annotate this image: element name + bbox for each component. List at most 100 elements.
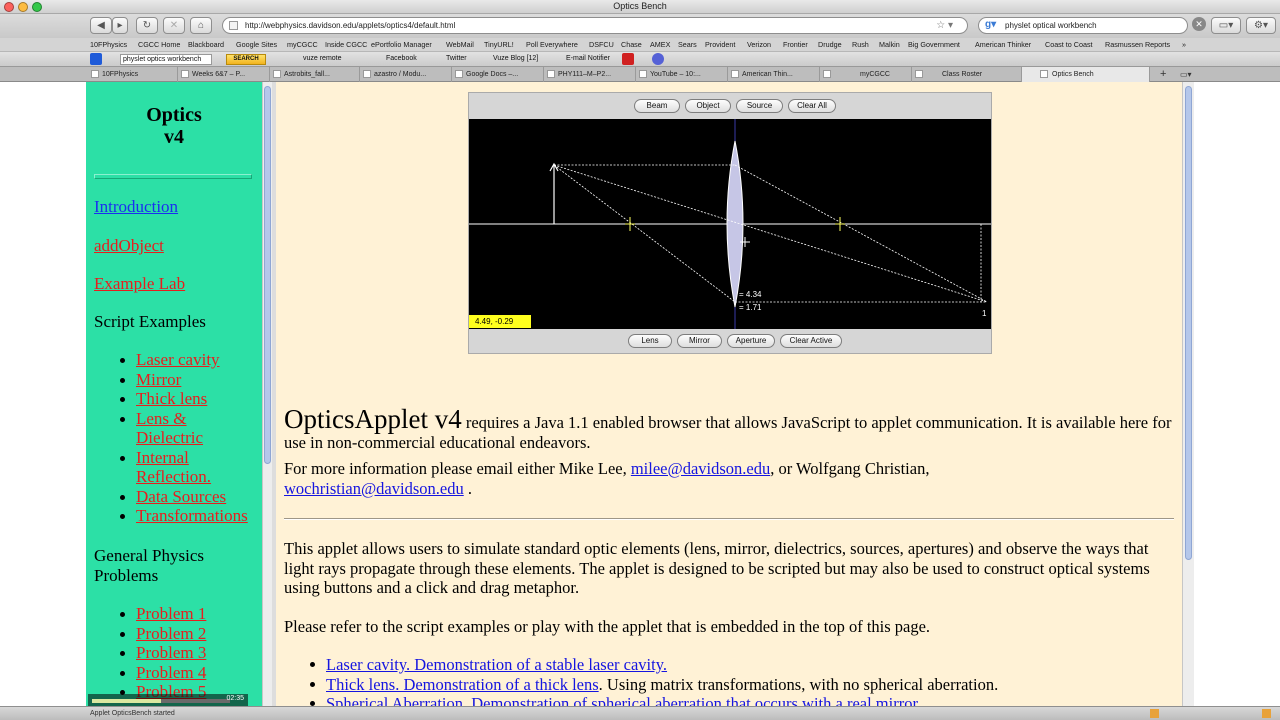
optics-canvas[interactable]: = 4.34 = 1.71 1 [469,119,991,329]
settings-menu-button[interactable]: ⚙▾ [1246,17,1276,34]
reload-button[interactable]: ↻ [136,17,158,34]
stop-button[interactable]: ✕ [163,17,185,34]
problem-link[interactable]: Problem 1 [136,604,206,623]
tab-label: Optics Bench [1052,71,1094,78]
bookmark-item[interactable]: Malkin [879,40,900,49]
mirror-button[interactable]: Mirror [677,334,722,348]
tab[interactable]: myCGCC [820,67,912,82]
email-link-milee[interactable]: milee@davidson.edu [631,459,770,478]
bookmark-item[interactable]: Sears [678,40,697,49]
clear-all-button[interactable]: Clear All [788,99,836,113]
beam-button[interactable]: Beam [634,99,680,113]
tab-active[interactable]: Optics Bench [1022,67,1150,82]
bookmark-item[interactable]: Rush [852,40,869,49]
script-example-link[interactable]: Lens & [136,409,187,428]
toolbar-item[interactable]: vuze remote [303,55,342,62]
forward-button[interactable]: ▸ [112,17,128,34]
bookmark-item[interactable]: Chase [621,40,642,49]
bookmark-item[interactable]: TinyURL! [484,40,514,49]
bookmark-item[interactable]: Frontier [783,40,808,49]
more-bookmarks-icon[interactable]: » [1182,40,1186,49]
sidebar-scrollbar[interactable] [262,82,272,706]
bookmark-item[interactable]: ePortfolio Manager [371,40,432,49]
back-button[interactable]: ◀ [90,17,112,34]
tab[interactable]: Weeks 6&7 – P... [178,67,270,82]
toolbar-item[interactable]: Vuze Blog [12] [493,55,538,62]
problem-link[interactable]: Problem 4 [136,663,206,682]
address-bar[interactable]: http://webphysics.davidson.edu/applets/o… [222,17,968,34]
bookmark-item[interactable]: Blackboard [188,40,224,49]
clear-search-icon[interactable]: ✕ [1192,17,1206,31]
script-example-link[interactable]: Internal [136,448,189,467]
toolbar-item[interactable]: Facebook [386,55,417,62]
example-link[interactable]: Laser cavity. Demonstration of a stable … [326,655,667,674]
problem-link[interactable]: Problem 3 [136,643,206,662]
addon-red-icon[interactable] [622,53,634,65]
example-link[interactable]: Thick lens. Demonstration of a thick len… [326,675,599,694]
source-button[interactable]: Source [736,99,783,113]
bookmark-item[interactable]: Poll Everywhere [526,40,578,49]
bookmark-item[interactable]: WebMail [446,40,474,49]
script-example-link[interactable]: Dielectric [136,428,203,447]
tab[interactable]: Astrobits_fall... [270,67,360,82]
bookmark-item[interactable]: Google Sites [236,40,277,49]
tab[interactable]: YouTube – 10:... [636,67,728,82]
problem-link[interactable]: Problem 2 [136,624,206,643]
toolbar-search-input[interactable]: physlet optics workbench [120,54,212,65]
tab[interactable]: PHY111–M–P2... [544,67,636,82]
script-example-link[interactable]: Thick lens [136,389,207,408]
script-example-link[interactable]: Mirror [136,370,181,389]
sidebar-link-introduction[interactable]: Introduction [94,197,178,217]
clear-active-button[interactable]: Clear Active [780,334,842,348]
tab[interactable]: Google Docs –... [452,67,544,82]
script-example-link[interactable]: Laser cavity [136,350,220,369]
search-box[interactable]: g▾ physlet optical workbench [978,17,1188,34]
addon-blue-icon[interactable] [652,53,664,65]
sidebar-link-example-lab[interactable]: Example Lab [94,274,185,294]
object-button[interactable]: Object [685,99,731,113]
addon-status-icon[interactable] [1262,709,1271,718]
bookmark-item[interactable]: Provident [705,40,735,49]
sidebar-link-addobject[interactable]: addObject [94,236,164,256]
tab[interactable]: 10FPhysics [88,67,178,82]
example-link[interactable]: Spherical Aberration. Demonstration of s… [326,694,917,706]
bookmark-item[interactable]: AMEX [650,40,670,49]
aperture-button[interactable]: Aperture [727,334,775,348]
addon-logo-icon[interactable] [90,53,102,65]
bookmark-item[interactable]: 10FPhysics [90,40,127,49]
home-button[interactable]: ⌂ [190,17,212,34]
addon-status-icon[interactable] [1150,709,1159,718]
bookmark-item[interactable]: Big Government [908,40,960,49]
toolbar-search-button[interactable]: SEARCH [226,54,266,65]
tab[interactable]: azastro / Modu... [360,67,452,82]
email-link-wochristian[interactable]: wochristian@davidson.edu [284,479,464,498]
script-example-link[interactable]: Transformations [136,506,248,525]
bookmark-item[interactable]: Coast to Coast [1045,40,1093,49]
bookmark-item[interactable]: Drudge [818,40,842,49]
favicon-icon [639,70,647,78]
bookmark-item[interactable]: Rasmussen Reports [1105,40,1170,49]
bookmark-item[interactable]: Verizon [747,40,771,49]
bookmark-item[interactable]: DSFCU [589,40,614,49]
scrollbar-thumb[interactable] [264,86,271,464]
toolbar-item[interactable]: Twitter [446,55,467,62]
video-progress-bar[interactable] [92,699,230,703]
scrollbar-thumb[interactable] [1185,86,1192,560]
script-example-link[interactable]: Data Sources [136,487,226,506]
tab[interactable]: Class Roster [912,67,1022,82]
new-tab-icon[interactable]: + [1160,68,1166,80]
bookmark-item[interactable]: CGCC Home [138,40,180,49]
page-menu-button[interactable]: ▭▾ [1211,17,1241,34]
lens-button[interactable]: Lens [628,334,672,348]
script-example-link[interactable]: Reflection. [136,467,211,486]
bookmark-star-icon[interactable]: ☆ ▾ [936,18,953,33]
toolbar-item[interactable]: E-mail Notifier [566,55,610,62]
lens-shape[interactable] [726,140,744,308]
bookmark-item[interactable]: myCGCC [287,40,318,49]
bookmark-item[interactable]: American Thinker [975,40,1031,49]
tab[interactable]: American Thin... [728,67,820,82]
main-scrollbar[interactable] [1182,82,1194,706]
bookmark-item[interactable]: Inside CGCC [325,40,367,49]
tab-list-icon[interactable]: ▭▾ [1180,70,1192,79]
bookmarks-bar: 10FPhysics CGCC Home Blackboard Google S… [0,38,1280,51]
